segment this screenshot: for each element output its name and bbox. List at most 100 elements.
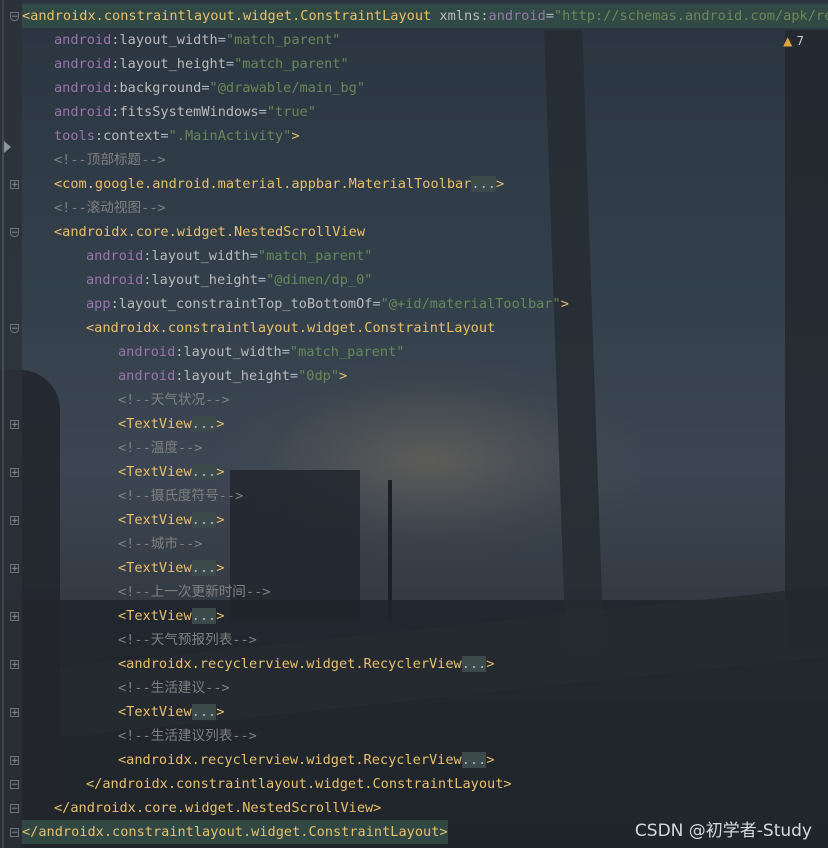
code-line[interactable]: <TextView...> — [118, 556, 224, 580]
code-line[interactable]: <!--天气预报列表--> — [118, 628, 257, 652]
code-token: <androidx.constraintlayout.widget.Constr… — [86, 320, 496, 336]
code-token: <TextView — [118, 560, 192, 576]
code-line[interactable]: <!--上一次更新时间--> — [118, 580, 270, 604]
code-line[interactable]: <androidx.recyclerview.widget.RecyclerVi… — [118, 748, 494, 772]
folded-region-placeholder[interactable]: ... — [191, 464, 217, 480]
code-token: "match_parent" — [234, 56, 349, 72]
code-token: <!--温度--> — [118, 440, 203, 456]
code-token: layout_width — [119, 32, 218, 48]
folded-region-placeholder[interactable]: ... — [461, 656, 487, 672]
code-line[interactable]: android:layout_height="0dp"> — [118, 364, 347, 388]
code-token: <!--摄氏度符号--> — [118, 488, 244, 504]
code-token: app — [86, 296, 111, 312]
folded-region-placeholder[interactable]: ... — [461, 752, 487, 768]
collapse-fold-icon[interactable]: − — [10, 324, 19, 334]
code-line[interactable]: <!--顶部标题--> — [54, 148, 166, 172]
code-token: "@+id/materialToolbar" — [380, 296, 561, 312]
code-line[interactable]: <TextView...> — [118, 412, 224, 436]
code-token: > — [216, 560, 225, 576]
folded-region-placeholder[interactable]: ... — [191, 512, 217, 528]
code-line[interactable]: android:layout_width="match_parent" — [54, 28, 340, 52]
code-line[interactable]: <TextView...> — [118, 700, 224, 724]
inspection-warnings[interactable]: ▲ 7 — [783, 34, 804, 48]
folded-region-placeholder[interactable]: ... — [191, 560, 217, 576]
folded-region-placeholder[interactable]: ... — [191, 608, 217, 624]
code-token: = — [217, 32, 226, 48]
code-token: "0dp" — [298, 368, 339, 384]
code-line[interactable]: android:background="@drawable/main_bg" — [54, 76, 365, 100]
code-line[interactable]: <TextView...> — [118, 604, 224, 628]
code-token: <com.google.android.material.appbar.Mate… — [54, 176, 472, 192]
code-token: <!--顶部标题--> — [54, 152, 166, 168]
code-token: > — [216, 416, 225, 432]
warning-icon: ▲ — [783, 34, 793, 48]
code-token: : — [94, 128, 104, 144]
code-token: <!--上一次更新时间--> — [118, 584, 271, 600]
code-line[interactable]: <androidx.constraintlayout.widget.Constr… — [86, 316, 495, 340]
code-token: = — [257, 272, 267, 288]
expand-fold-icon[interactable]: + — [10, 564, 19, 574]
collapse-fold-icon[interactable]: − — [10, 804, 19, 814]
code-token: = — [372, 296, 381, 312]
warning-count: 7 — [796, 34, 804, 48]
code-token: context — [103, 128, 161, 144]
code-line[interactable]: android:fitsSystemWindows="true" — [54, 100, 316, 124]
code-line[interactable]: <!--生活建议--> — [118, 676, 230, 700]
code-line[interactable]: android:layout_height="match_parent" — [54, 52, 349, 76]
code-token: <TextView — [118, 464, 192, 480]
code-line[interactable]: android:layout_width="match_parent" — [86, 244, 372, 268]
code-token: = — [545, 8, 554, 24]
code-token: layout_height — [119, 56, 226, 72]
collapse-fold-icon[interactable]: − — [10, 828, 19, 838]
code-token: > — [486, 752, 495, 768]
code-line[interactable]: <!--生活建议列表--> — [118, 724, 257, 748]
expand-fold-icon[interactable]: + — [10, 420, 19, 430]
code-line[interactable]: <androidx.recyclerview.widget.RecyclerVi… — [118, 652, 494, 676]
code-token: "match_parent" — [257, 248, 373, 264]
expand-fold-icon[interactable]: + — [10, 468, 19, 478]
code-line[interactable]: tools:context=".MainActivity"> — [54, 124, 300, 148]
code-line[interactable]: </androidx.constraintlayout.widget.Const… — [22, 820, 448, 844]
code-token: > — [216, 704, 225, 720]
collapse-fold-icon[interactable]: − — [10, 780, 19, 790]
gutter-change-marker — [2, 140, 4, 440]
collapse-fold-icon[interactable]: − — [10, 228, 19, 238]
expand-fold-icon[interactable]: + — [10, 660, 19, 670]
code-line[interactable]: </androidx.core.widget.NestedScrollView> — [54, 796, 381, 820]
expand-fold-icon[interactable]: + — [10, 756, 19, 766]
code-line[interactable]: <!--摄氏度符号--> — [118, 484, 243, 508]
code-token: = — [201, 80, 210, 96]
editor-gutter[interactable]: − + − − + + + + + + + + − − − — [0, 0, 22, 848]
code-token: "match_parent" — [225, 32, 341, 48]
code-line[interactable]: app:layout_constraintTop_toBottomOf="@+i… — [86, 292, 569, 316]
code-line[interactable]: <!--滚动视图--> — [54, 196, 166, 220]
expand-fold-icon[interactable]: + — [10, 708, 19, 718]
code-token: <!--天气预报列表--> — [118, 632, 257, 648]
folded-region-placeholder[interactable]: ... — [191, 416, 217, 432]
expand-fold-icon[interactable]: + — [10, 180, 19, 190]
code-line[interactable]: <androidx.core.widget.NestedScrollView — [54, 220, 365, 244]
code-token: : — [110, 296, 119, 312]
code-line[interactable]: <TextView...> — [118, 508, 224, 532]
code-line[interactable]: android:layout_width="match_parent" — [118, 340, 404, 364]
code-line[interactable]: <!--温度--> — [118, 436, 202, 460]
folded-region-placeholder[interactable]: ... — [471, 176, 496, 192]
code-token: android — [54, 56, 112, 72]
code-token: android — [86, 248, 144, 264]
code-token: = — [281, 344, 290, 360]
code-line[interactable]: <!--天气状况--> — [118, 388, 230, 412]
code-token: > — [486, 656, 495, 672]
code-token: <TextView — [118, 416, 192, 432]
code-line[interactable]: android:layout_height="@dimen/dp_0" — [86, 268, 372, 292]
expand-fold-icon[interactable]: + — [10, 516, 19, 526]
collapse-fold-icon[interactable]: − — [10, 12, 19, 22]
code-line[interactable]: <!--城市--> — [118, 532, 202, 556]
code-line[interactable]: <com.google.android.material.appbar.Mate… — [54, 172, 504, 196]
folded-region-placeholder[interactable]: ... — [191, 704, 217, 720]
code-token: > — [560, 296, 569, 312]
code-token: layout_constraintTop_toBottomOf — [118, 296, 373, 312]
code-line[interactable]: <TextView...> — [118, 460, 224, 484]
expand-fold-icon[interactable]: + — [10, 612, 19, 622]
code-line[interactable]: <androidx.constraintlayout.widget.Constr… — [22, 4, 828, 28]
code-line[interactable]: </androidx.constraintlayout.widget.Const… — [86, 772, 512, 796]
